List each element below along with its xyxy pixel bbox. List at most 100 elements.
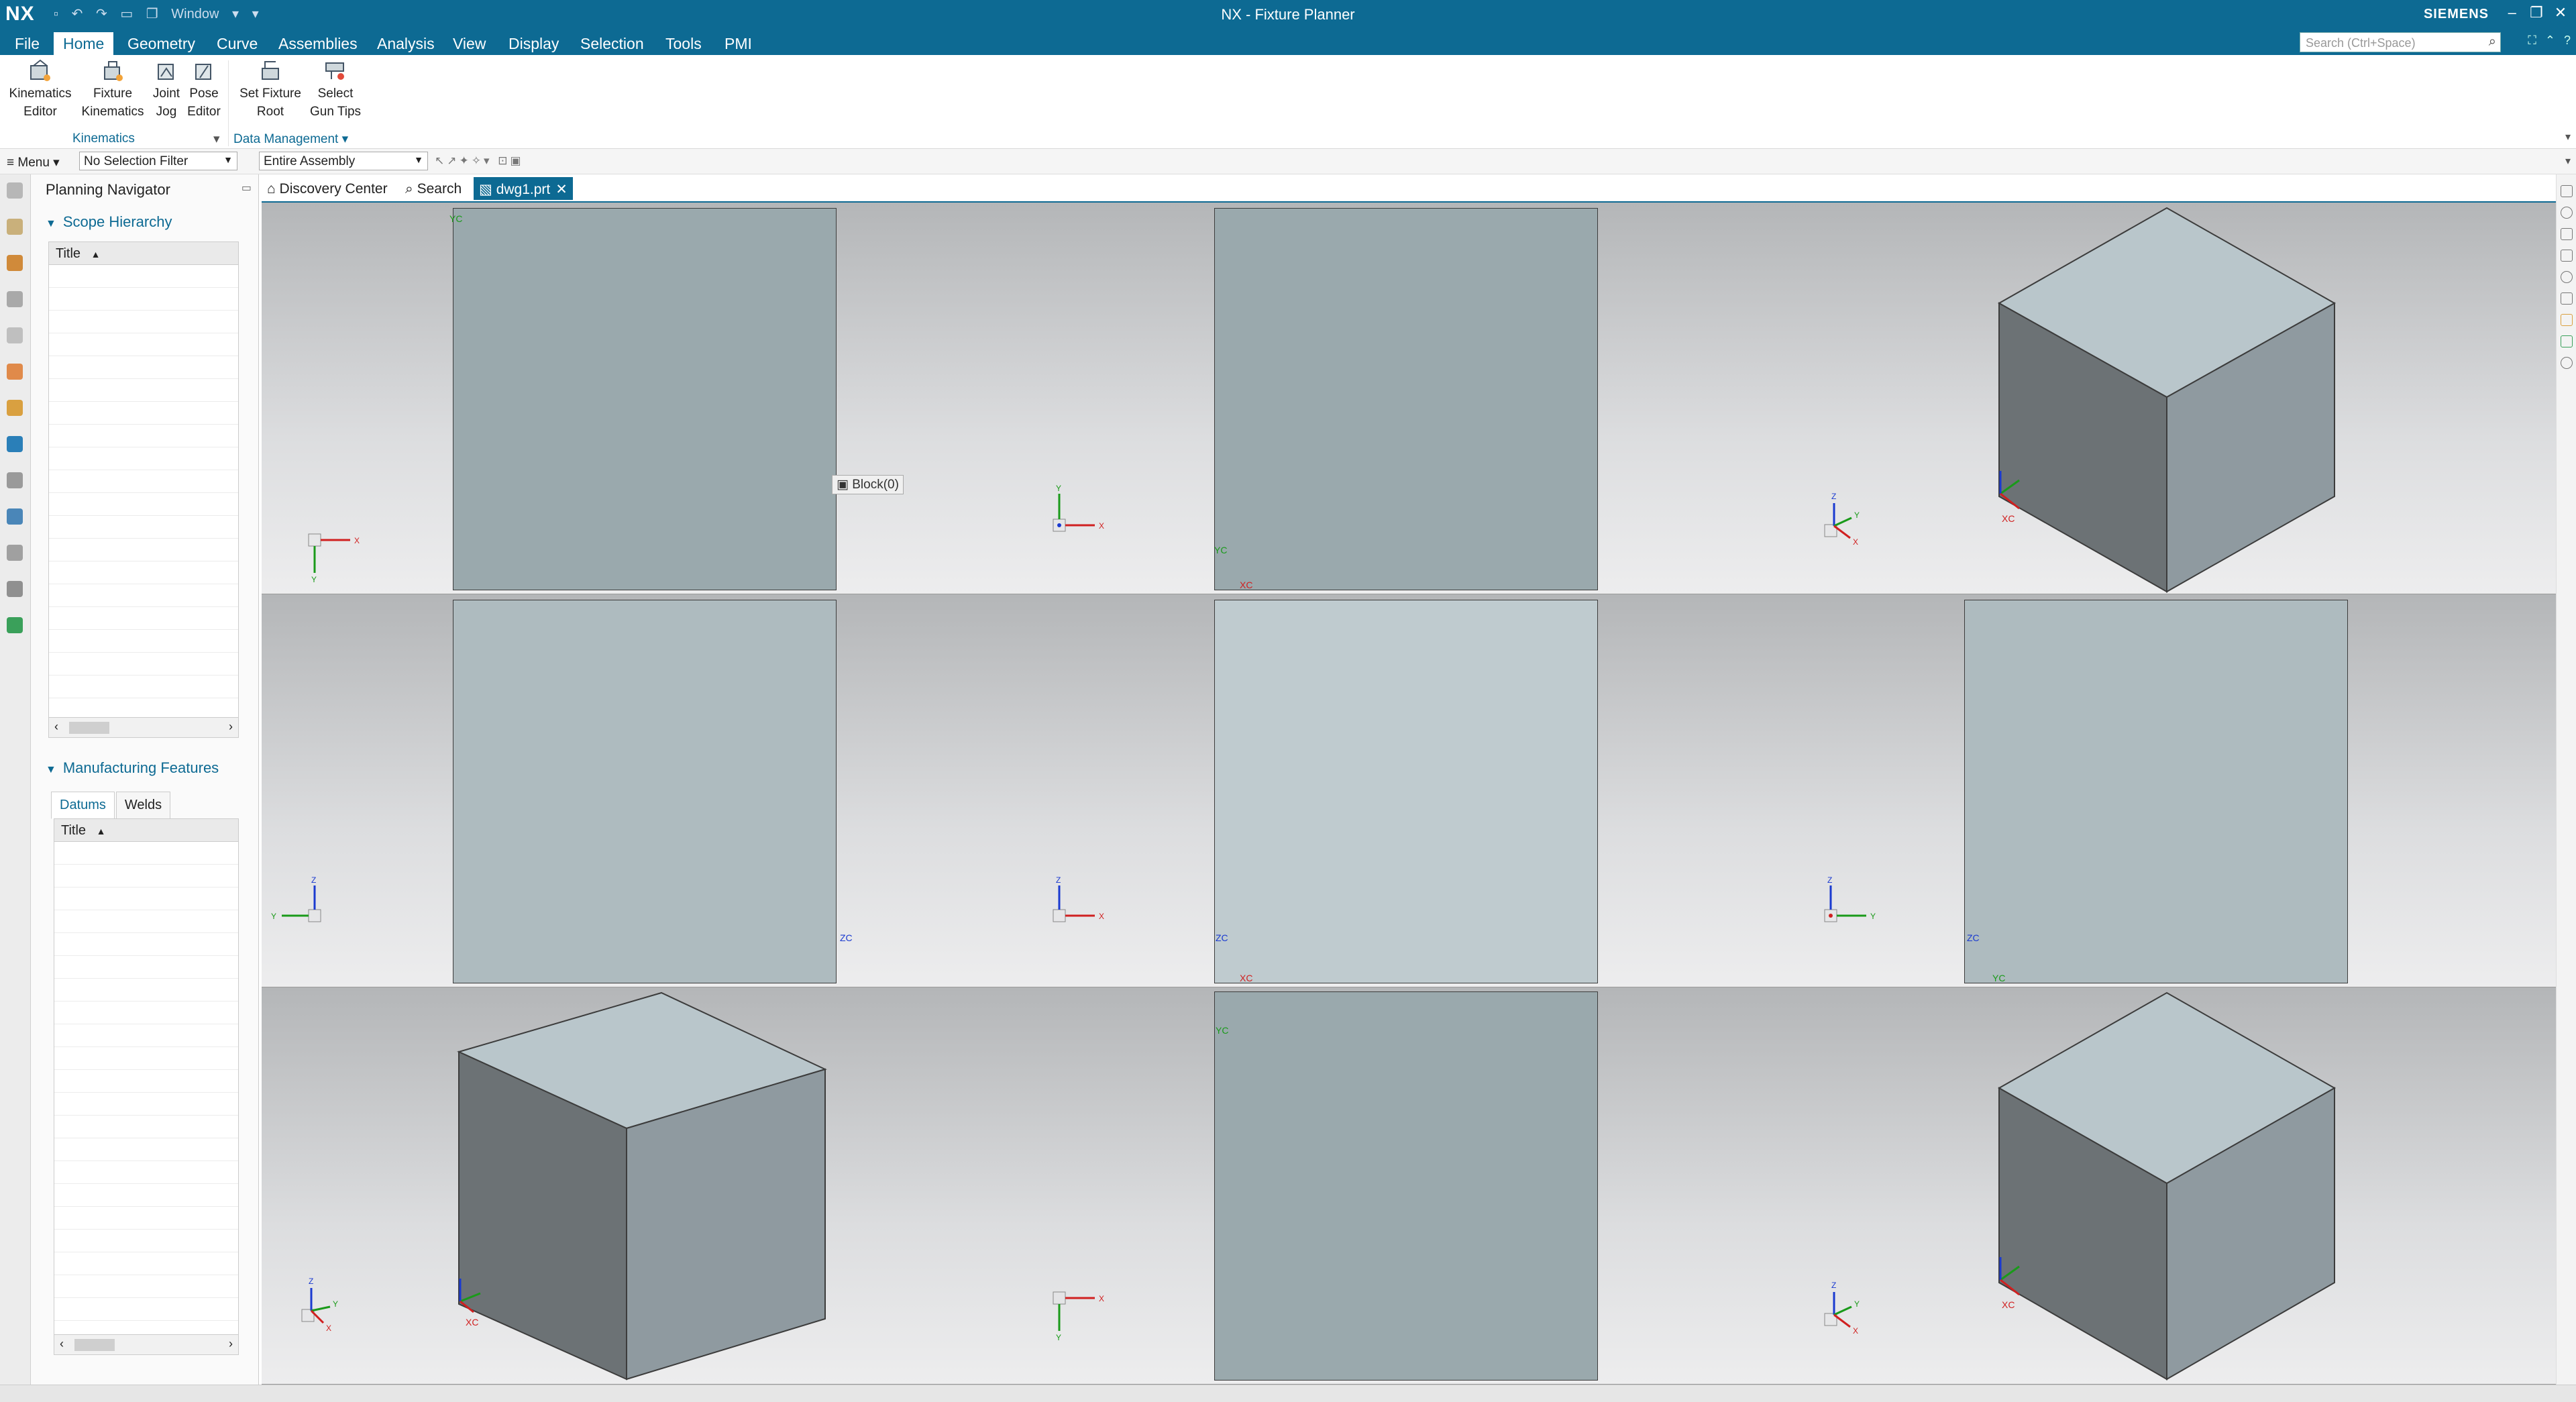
history-icon[interactable] [7,472,23,488]
fullscreen-icon[interactable]: ⛶ [2528,34,2536,47]
column-header-title[interactable]: Title ▲ [49,242,238,265]
close-icon[interactable]: ✕ [2551,4,2571,21]
tab-view[interactable]: View [453,32,486,55]
tab-welds[interactable]: Welds [115,792,171,819]
layers-icon[interactable] [2561,250,2573,262]
pin-icon[interactable]: ▭ [241,181,252,195]
tab-dwg1-prt[interactable]: ▧ dwg1.prt ✕ [474,177,573,200]
viewport-front[interactable]: XY YC XC [1026,203,1791,594]
scroll-right-icon[interactable]: › [229,720,233,734]
command-search-input[interactable]: Search (Ctrl+Space) ⌕ [2300,32,2501,52]
datums-list[interactable]: Title ▲ ‹ › [54,818,239,1355]
horizontal-scrollbar[interactable]: ‹ › [54,1334,238,1354]
roles-icon[interactable] [7,581,23,597]
select-gun-tips-button[interactable]: Select Gun Tips [302,59,369,121]
ribbon-expand-icon[interactable]: ▾ [2565,130,2571,144]
info-icon[interactable] [2561,207,2573,219]
tab-geometry[interactable]: Geometry [127,32,195,55]
block-face[interactable] [1214,991,1598,1381]
viewport-isometric[interactable]: XC Z Y X [1791,203,2556,594]
system-materials-icon[interactable] [7,508,23,525]
view-triad[interactable]: ZY [1818,875,1892,950]
toolbar-overflow-icon[interactable]: ▾ [2565,154,2571,168]
group-data-management[interactable]: Data Management ▾ [233,131,348,147]
menu-button[interactable]: ≡ Menu ▾ [7,155,60,170]
tab-selection[interactable]: Selection [580,32,644,55]
group-kinematics-menu-icon[interactable]: ▾ [213,131,220,147]
fixture-kinematics-button[interactable]: Fixture Kinematics [79,59,146,121]
type-filter-select[interactable]: No Selection Filter ▼ [79,152,237,170]
view-triad[interactable]: XY [1046,1269,1120,1343]
view-triad[interactable]: Z Y X [1818,1280,1892,1354]
snap-toolbar[interactable]: ↖↗✦✧▾ ⊡▣ [435,154,524,168]
manufacturing-icon[interactable] [7,617,23,633]
pose-editor-button[interactable]: Pose Editor [182,59,225,121]
block-face[interactable] [453,208,837,590]
block-trimetric[interactable]: XC [456,990,832,1382]
block-face[interactable] [1964,600,2348,983]
show-icon[interactable] [2561,271,2573,283]
manufacturing-features-header[interactable]: ▼ Manufacturing Features [46,759,219,777]
constraint-navigator-icon[interactable] [7,291,23,307]
planning-navigator-icon[interactable] [7,436,23,452]
scroll-thumb[interactable] [74,1339,115,1351]
tab-assemblies[interactable]: Assemblies [278,32,358,55]
hd3d-tools-icon[interactable] [7,364,23,380]
tab-file[interactable]: File [15,32,40,55]
viewport-left[interactable]: ZY ZC [262,594,1026,987]
block-face[interactable] [1214,208,1598,590]
block-isometric[interactable]: XC [1992,205,2341,594]
viewport-right[interactable]: ZX ZC XC [1026,594,1791,987]
kinematics-icon[interactable] [2561,335,2573,347]
tab-discovery-center[interactable]: ⌂ Discovery Center [262,177,393,200]
viewport-trimetric[interactable]: XC Z Y X [262,987,1026,1385]
horizontal-scrollbar[interactable]: ‹ › [49,717,238,737]
scroll-right-icon[interactable]: › [229,1337,233,1351]
scope-hierarchy-header[interactable]: ▼ Scope Hierarchy [46,213,172,231]
scroll-left-icon[interactable]: ‹ [60,1337,64,1351]
kinematics-editor-button[interactable]: Kinematics Editor [7,59,74,121]
tab-display[interactable]: Display [508,32,559,55]
column-header-title[interactable]: Title ▲ [54,819,238,842]
hide-icon[interactable] [2561,228,2573,240]
restore-icon[interactable]: ❐ [2526,4,2546,21]
viewport-back[interactable]: ZY ZC YC [1791,594,2556,987]
settings-icon[interactable] [7,182,23,199]
scroll-left-icon[interactable]: ‹ [54,720,58,734]
search-icon[interactable]: ⌕ [2489,34,2496,50]
web-browser-icon[interactable] [7,400,23,416]
view-triad[interactable]: Z Y X [295,1276,369,1350]
play-icon[interactable] [2561,357,2573,369]
view-triad[interactable]: Z Y X [1818,491,1892,565]
set-fixture-root-button[interactable]: Set Fixture Root [233,59,307,121]
view-triad[interactable]: XY [302,511,376,585]
scope-hierarchy-list[interactable]: Title ▲ ‹ › [48,241,239,738]
graphics-window[interactable]: ▣ Block(0) XY YC XY YC XC XC ZYX ZY ZC Z… [262,201,2556,1385]
viewport-bottom[interactable]: YC XY [1026,987,1791,1385]
measure-icon[interactable] [2561,292,2573,305]
view-triad[interactable]: ZY [268,875,342,950]
tab-datums[interactable]: Datums [51,792,115,819]
layout-icon[interactable] [2561,185,2573,197]
block-face[interactable] [453,600,837,983]
minimize-icon[interactable]: – [2502,4,2522,21]
viewport-isometric-2[interactable]: XC Z Y X [1791,987,2556,1385]
process-studio-icon[interactable] [7,545,23,561]
reuse-library-icon[interactable] [7,327,23,343]
tab-pmi[interactable]: PMI [724,32,752,55]
scope-select[interactable]: Entire Assembly ▼ [259,152,428,170]
tab-tools[interactable]: Tools [665,32,702,55]
view-triad[interactable]: XY [1046,484,1120,558]
tab-search[interactable]: ⌕ Search [400,177,467,200]
assembly-navigator-icon[interactable] [7,255,23,271]
tab-home[interactable]: Home [54,32,114,55]
viewport-top[interactable]: ▣ Block(0) XY YC [262,203,1026,594]
part-navigator-icon[interactable] [7,219,23,235]
tab-curve[interactable]: Curve [217,32,258,55]
group-kinematics[interactable]: Kinematics [72,131,135,146]
block-isometric[interactable]: XC [1992,990,2341,1382]
close-tab-icon[interactable]: ✕ [555,182,568,197]
collapse-ribbon-icon[interactable]: ⌃ [2545,34,2555,47]
joint-jog-button[interactable]: Joint Jog [146,59,186,121]
block-face[interactable] [1214,600,1598,983]
